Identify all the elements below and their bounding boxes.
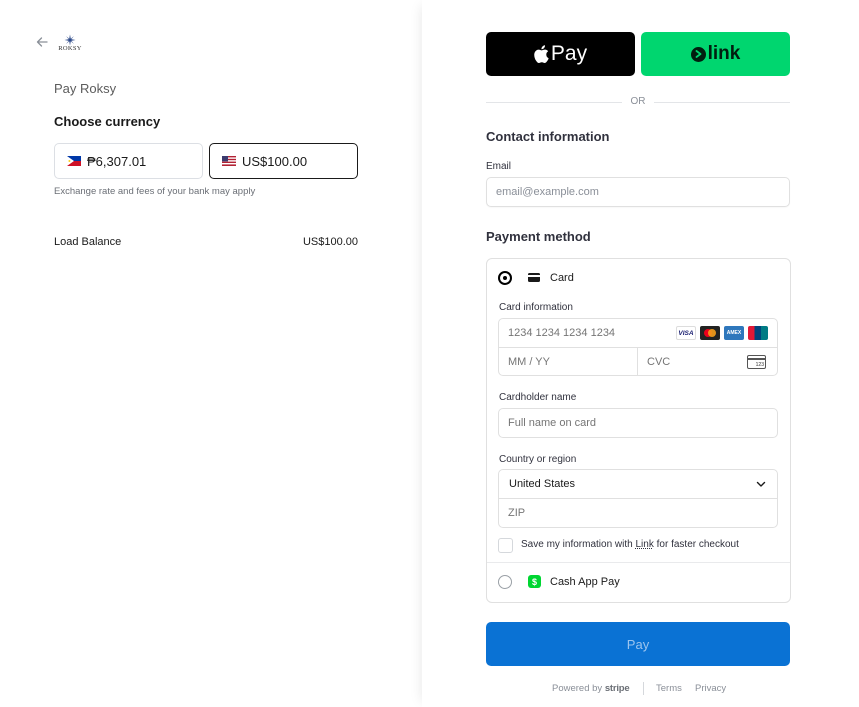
contact-info-heading: Contact information	[486, 129, 610, 144]
payment-option-divider	[487, 562, 790, 563]
us-flag-icon	[222, 156, 236, 166]
merchant-logo[interactable]: ROKSY	[56, 34, 84, 56]
card-info-label: Card information	[499, 302, 573, 313]
line-item-label: Load Balance	[54, 236, 122, 248]
amex-icon: AMEX	[724, 326, 744, 340]
expiry-input[interactable]	[508, 356, 598, 368]
credit-card-icon	[528, 273, 540, 282]
back-arrow-icon[interactable]	[36, 36, 50, 50]
expiry-field[interactable]	[498, 347, 638, 376]
philippines-flag-icon	[67, 156, 81, 166]
footer-separator	[643, 682, 644, 695]
line-item-value: US$100.00	[302, 236, 358, 248]
exchange-rate-note: Exchange rate and fees of your bank may …	[54, 186, 256, 197]
apple-pay-button[interactable]: Pay	[486, 32, 635, 76]
cvc-input[interactable]	[647, 356, 737, 368]
save-info-checkbox[interactable]	[498, 538, 513, 553]
save-info-suffix: for faster checkout	[653, 539, 739, 550]
powered-by-stripe[interactable]: Powered by stripe	[552, 683, 630, 694]
chevron-down-icon	[756, 481, 766, 487]
or-divider-text: OR	[630, 96, 646, 107]
cashapp-icon: $	[528, 575, 541, 588]
currency-option-usd[interactable]: US$100.00	[209, 143, 358, 179]
apple-logo-icon	[534, 45, 549, 63]
terms-link[interactable]: Terms	[656, 683, 682, 694]
currency-amount-php: ₱6,307.01	[87, 153, 147, 169]
zip-input[interactable]	[508, 507, 598, 519]
save-info-prefix: Save my information with	[521, 539, 636, 550]
logo-text: ROKSY	[58, 45, 82, 52]
currency-amount-usd: US$100.00	[242, 153, 308, 169]
order-summary-panel: ROKSY Pay Roksy Choose currency ₱6,307.0…	[0, 0, 422, 707]
choose-currency-heading: Choose currency	[54, 114, 161, 129]
privacy-link[interactable]: Privacy	[695, 683, 726, 694]
save-info-label[interactable]: Save my information with Link for faster…	[521, 539, 739, 550]
card-brands: VISA AMEX	[676, 326, 768, 340]
powered-by-text: Powered by	[552, 683, 605, 694]
unionpay-icon	[748, 326, 768, 340]
cardholder-field[interactable]	[498, 408, 778, 438]
link-label: link	[707, 43, 741, 64]
or-divider-right	[654, 102, 790, 103]
country-value: United States	[509, 478, 576, 490]
email-label: Email	[486, 161, 512, 172]
pay-merchant-title: Pay Roksy	[54, 81, 117, 96]
mastercard-icon	[700, 326, 720, 340]
apple-pay-label: Pay	[550, 42, 588, 65]
cardholder-label: Cardholder name	[499, 392, 577, 403]
cardholder-input[interactable]	[508, 417, 758, 429]
currency-option-php[interactable]: ₱6,307.01	[54, 143, 203, 179]
email-field[interactable]	[486, 177, 790, 207]
country-select[interactable]: United States	[498, 469, 778, 499]
card-number-field[interactable]: VISA AMEX	[498, 318, 778, 348]
card-radio[interactable]	[498, 271, 512, 285]
pay-button[interactable]: Pay	[486, 622, 790, 666]
cvc-card-icon: 123	[747, 355, 766, 369]
cashapp-option-label[interactable]: Cash App Pay	[550, 576, 620, 588]
country-label: Country or region	[499, 454, 577, 465]
link-pay-button[interactable]: link	[641, 32, 790, 76]
zip-field[interactable]	[498, 498, 778, 528]
cvc-field[interactable]: 123	[637, 347, 778, 376]
card-number-input[interactable]	[508, 327, 668, 339]
card-option-label[interactable]: Card	[550, 272, 574, 284]
stripe-logo: stripe	[604, 683, 630, 694]
payment-method-heading: Payment method	[486, 229, 591, 244]
or-divider-left	[486, 102, 622, 103]
visa-icon: VISA	[676, 326, 696, 340]
link-arrow-icon	[690, 46, 706, 62]
cashapp-radio[interactable]	[498, 575, 512, 589]
save-info-link[interactable]: Link	[636, 539, 654, 550]
cvc-icon-text: 123	[755, 362, 764, 368]
